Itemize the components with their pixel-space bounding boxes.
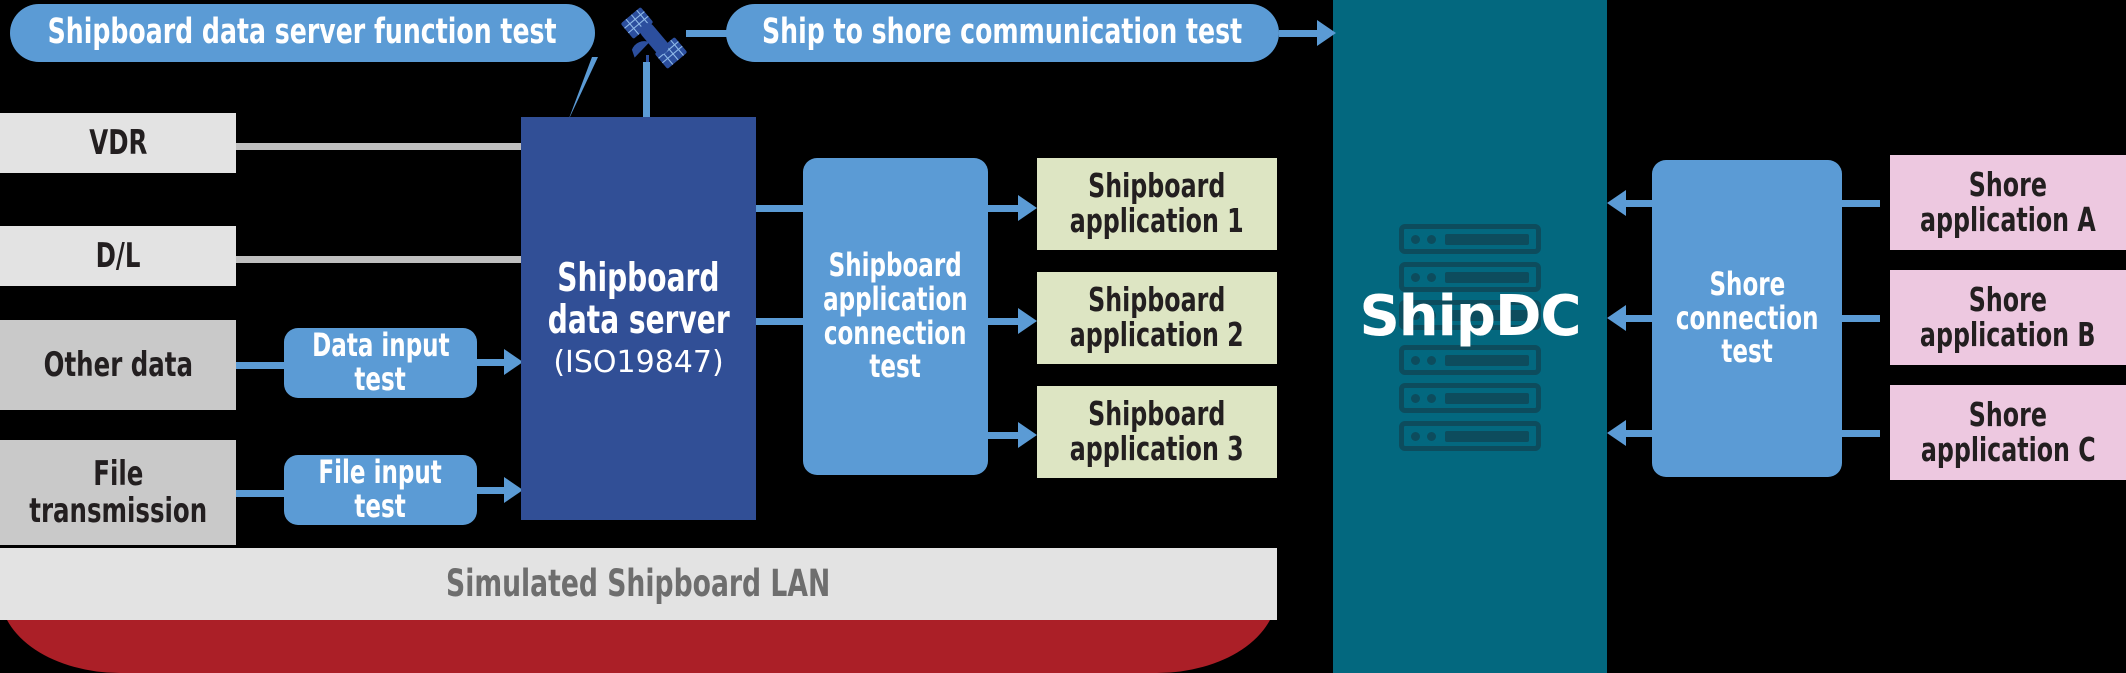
shore-application-c-box[interactable]: Shore application C	[1890, 385, 2126, 480]
shore-application-a-label-1: Shore	[1968, 164, 2048, 204]
shipboard-data-server-box[interactable]: Shipboard data server (ISO19847)	[521, 117, 756, 520]
server-to-appconn-line-top	[756, 205, 804, 212]
shipboard-application-1-label-1: Shipboard	[1088, 166, 1226, 206]
shipboard-application-3-box[interactable]: Shipboard application 3	[1037, 386, 1277, 478]
data-input-to-server-line	[477, 359, 504, 366]
simulated-lan-label: Simulated Shipboard LAN	[0, 548, 1277, 620]
app-connection-test-label-3: connection	[824, 313, 967, 352]
shore-application-b-box[interactable]: Shore application B	[1890, 270, 2126, 365]
shipboard-data-server-label-2: data server	[547, 297, 730, 343]
rack-bay-icon	[1445, 392, 1529, 404]
rack-led-icon	[1411, 393, 1420, 403]
rack-bay-icon	[1445, 354, 1529, 366]
data-input-test-box[interactable]: Data input test	[284, 328, 477, 398]
shore-application-b-label-2: application B	[1920, 314, 2096, 354]
rack-led-icon	[1411, 272, 1420, 282]
source-box-other-data-label: Other data	[43, 344, 193, 385]
shoreappB-to-shoreconn-line	[1842, 315, 1880, 322]
shore-connection-test-label-1: Shore	[1709, 264, 1785, 303]
shipdc-label: ShipDC	[1333, 284, 1607, 350]
rack-led-icon	[1427, 234, 1436, 244]
vdr-to-server-line	[236, 143, 526, 150]
shore-application-a-box[interactable]: Shore application A	[1890, 155, 2126, 250]
shore-connection-test-label-3: test	[1721, 332, 1773, 371]
appconn-to-app1-arrow	[1018, 195, 1037, 221]
shipboard-application-2-box[interactable]: Shipboard application 2	[1037, 272, 1277, 364]
shoreappA-to-shoreconn-line	[1842, 200, 1880, 207]
rack-led-icon	[1427, 272, 1436, 282]
source-box-vdr[interactable]: VDR	[0, 113, 236, 173]
shipboard-application-2-label-2: application 2	[1070, 315, 1244, 354]
app-connection-test-label-1: Shipboard	[828, 245, 963, 284]
simulated-lan-text: Simulated Shipboard LAN	[446, 562, 831, 606]
appconn-to-app2-line	[988, 318, 1018, 325]
shoreappC-to-shoreconn-line	[1842, 430, 1880, 437]
rack-led-icon	[1411, 431, 1420, 441]
app-connection-test-label-4: test	[869, 347, 922, 386]
callout-tail-server-function	[568, 57, 598, 121]
source-box-file-transmission[interactable]: File transmission	[0, 440, 236, 545]
appconn-to-app3-arrow	[1018, 422, 1037, 448]
file-input-test-label-2: test	[354, 487, 407, 525]
rack-led-icon	[1427, 355, 1436, 365]
rack-led-icon	[1427, 393, 1436, 403]
shore-application-b-label-1: Shore	[1968, 279, 2048, 319]
source-box-file-transmission-label-1: File	[92, 454, 144, 495]
file-input-test-box[interactable]: File input test	[284, 455, 477, 525]
shipboard-application-1-box[interactable]: Shipboard application 1	[1037, 158, 1277, 250]
diagram-canvas: Simulated Shipboard LAN ShipDC Shipboard…	[0, 0, 2126, 673]
data-input-test-label-2: test	[354, 360, 407, 398]
rack-unit	[1399, 383, 1541, 413]
dl-to-server-line	[236, 256, 526, 263]
appconn-to-app1-line	[988, 205, 1018, 212]
shipboard-application-2-label-1: Shipboard	[1088, 280, 1226, 320]
satellite-icon	[621, 7, 687, 69]
shore-connection-test-box[interactable]: Shore connection test	[1652, 160, 1842, 477]
source-box-vdr-label: VDR	[88, 122, 148, 163]
source-box-file-transmission-label-2: transmission	[29, 490, 207, 531]
shoreconn-to-shipdc-arrow-1	[1607, 190, 1626, 216]
file-input-test-label-1: File input	[318, 453, 443, 492]
rack-bay-icon	[1445, 233, 1529, 245]
callout-to-shipdc-arrow	[1317, 20, 1336, 46]
rack-unit	[1399, 224, 1541, 254]
rack-led-icon	[1411, 355, 1420, 365]
callout-ship-to-shore-test[interactable]: Ship to shore communication test	[726, 4, 1279, 62]
shipdc-text: ShipDC	[1359, 284, 1581, 350]
callout-server-function-test[interactable]: Shipboard data server function test	[10, 4, 595, 62]
rack-led-icon	[1427, 431, 1436, 441]
callout-server-function-test-label: Shipboard data server function test	[48, 12, 557, 53]
other-data-to-data-input-line	[236, 362, 286, 369]
shore-application-c-label-2: application C	[1920, 429, 2096, 469]
source-box-dl-label: D/L	[95, 235, 141, 276]
file-input-to-server-line	[477, 487, 504, 494]
shore-application-a-label-2: application A	[1920, 199, 2096, 239]
shore-application-c-label-1: Shore	[1968, 394, 2048, 434]
satellite-uplink-line	[643, 62, 650, 120]
file-transmission-to-file-input-line	[236, 490, 286, 497]
shipboard-application-connection-test-box[interactable]: Shipboard application connection test	[803, 158, 988, 475]
app-connection-test-label-2: application	[823, 279, 968, 318]
shipboard-application-1-label-2: application 1	[1070, 201, 1244, 240]
source-box-other-data[interactable]: Other data	[0, 320, 236, 410]
appconn-to-app2-arrow	[1018, 308, 1037, 334]
callout-to-shipdc-line	[1279, 30, 1317, 37]
shore-connection-test-label-2: connection	[1675, 298, 1819, 337]
appconn-to-app3-line	[988, 432, 1018, 439]
server-to-appconn-line-bottom	[756, 318, 804, 325]
rack-led-icon	[1411, 234, 1420, 244]
shipboard-data-server-label-1: Shipboard	[557, 256, 720, 302]
rack-bay-icon	[1445, 430, 1529, 442]
shipboard-application-3-label-2: application 3	[1070, 429, 1244, 468]
shoreconn-to-shipdc-arrow-3	[1607, 420, 1626, 446]
shoreconn-to-shipdc-arrow-2	[1607, 305, 1626, 331]
source-box-dl[interactable]: D/L	[0, 226, 236, 286]
shipboard-application-3-label-1: Shipboard	[1088, 394, 1226, 434]
rack-bay-icon	[1445, 271, 1529, 283]
rack-unit	[1399, 421, 1541, 451]
callout-ship-to-shore-label: Ship to shore communication test	[762, 12, 1243, 53]
data-input-test-label-1: Data input	[311, 326, 450, 365]
shipboard-data-server-standard: (ISO19847)	[553, 344, 724, 380]
